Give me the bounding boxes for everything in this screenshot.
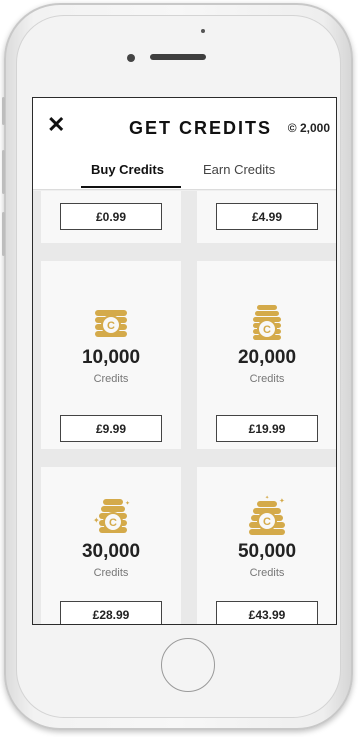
credits-label: Credits (249, 373, 285, 385)
buy-button[interactable]: £4.99 (216, 203, 318, 230)
buy-button[interactable]: £9.99 (60, 415, 162, 442)
credit-amount: 20,000 (237, 347, 297, 368)
proximity-sensor (201, 29, 205, 33)
svg-text:C: C (109, 517, 117, 529)
credit-amount: 10,000 (81, 347, 141, 368)
close-icon[interactable]: ✕ (47, 114, 65, 136)
credits-label: Credits (249, 567, 285, 579)
package-card: £4.99 (197, 191, 336, 243)
mute-switch (2, 97, 5, 125)
front-camera (127, 54, 135, 62)
coin-sparkle-stack-icon: C ✦ ✦ (93, 499, 130, 533)
svg-text:✦: ✦ (125, 500, 130, 507)
credits-label: Credits (93, 373, 129, 385)
volume-up-button (2, 150, 5, 194)
header: ✕ GET CREDITS © 2,000 Buy Credits Earn C… (33, 98, 336, 190)
tab-buy-credits[interactable]: Buy Credits (91, 162, 164, 177)
buy-button[interactable]: £43.99 (216, 601, 318, 624)
earpiece-speaker (150, 54, 206, 60)
package-card: £0.99 (41, 191, 181, 243)
credit-amount: 30,000 (81, 541, 141, 562)
active-tab-indicator (81, 186, 181, 188)
coin-tall-stack-icon: C (253, 305, 281, 340)
buy-button[interactable]: £19.99 (216, 415, 318, 442)
credit-amount: 50,000 (237, 541, 297, 562)
volume-down-button (2, 212, 5, 256)
coin-stack-icon: C (95, 310, 127, 337)
app-screen: ✕ GET CREDITS © 2,000 Buy Credits Earn C… (32, 97, 337, 625)
tab-earn-credits[interactable]: Earn Credits (203, 162, 275, 177)
coin-large-pile-icon: C ✦ ✦ (249, 495, 285, 535)
home-button[interactable] (161, 638, 215, 692)
package-card: C 10,000 Credits £9.99 (41, 261, 181, 449)
credits-label: Credits (93, 567, 129, 579)
package-card: C ✦ ✦ 30,000 Credits £28.99 (41, 467, 181, 624)
svg-text:C: C (263, 324, 271, 336)
svg-text:✦: ✦ (265, 495, 269, 501)
svg-text:C: C (263, 516, 271, 528)
credit-balance: © 2,000 (287, 121, 330, 135)
buy-button[interactable]: £0.99 (60, 203, 162, 230)
svg-text:✦: ✦ (93, 516, 100, 525)
buy-button[interactable]: £28.99 (60, 601, 162, 624)
package-grid: £0.99 £4.99 C 10,000 Credits £9.99 C 20,… (33, 191, 336, 624)
page-title: GET CREDITS (129, 118, 273, 138)
package-card: C 20,000 Credits £19.99 (197, 261, 336, 449)
package-card: C ✦ ✦ 50,000 Credits £43.99 (197, 467, 336, 624)
svg-text:✦: ✦ (279, 497, 285, 505)
svg-text:C: C (107, 320, 115, 332)
